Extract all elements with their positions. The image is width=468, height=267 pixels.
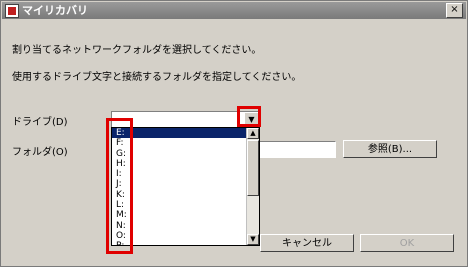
instruction-line-1: 割り当てるネットワークフォルダを選択してください。: [12, 45, 262, 56]
drive-option[interactable]: H:: [112, 159, 259, 169]
drive-options: E:F:G:H:I:J:K:L:M:N:O:P:: [112, 128, 259, 245]
drive-option[interactable]: E:: [112, 128, 259, 139]
drive-option[interactable]: N:: [112, 221, 259, 231]
dropdown-button-highlight: [237, 106, 261, 127]
drive-option[interactable]: I:: [112, 169, 259, 179]
folder-field[interactable]: [258, 141, 336, 158]
scroll-down-button[interactable]: ▼: [247, 234, 259, 245]
drive-option[interactable]: O:: [112, 231, 259, 241]
browse-button[interactable]: 参照(B)...: [343, 140, 437, 158]
drive-option[interactable]: M:: [112, 210, 259, 220]
drive-option[interactable]: P:: [112, 241, 259, 245]
drive-option[interactable]: F:: [112, 138, 259, 148]
ok-button[interactable]: OK: [360, 234, 454, 252]
drive-label: ドライブ(D): [12, 117, 68, 128]
scroll-thumb[interactable]: [247, 140, 259, 196]
title-bar: マイリカバリ ×: [2, 2, 466, 19]
scroll-up-button[interactable]: ▲: [247, 128, 259, 139]
folder-label: フォルダ(O): [12, 147, 68, 158]
dropdown-list-highlight: [106, 118, 133, 254]
instruction-line-2: 使用するドライブ文字と接続するフォルダを指定してください。: [12, 72, 302, 83]
dropdown-scrollbar[interactable]: ▲ ▼: [246, 128, 259, 245]
drive-option[interactable]: L:: [112, 200, 259, 210]
drive-option[interactable]: G:: [112, 149, 259, 159]
drive-option[interactable]: J:: [112, 179, 259, 189]
close-button[interactable]: ×: [446, 3, 463, 18]
window-title: マイリカバリ: [22, 4, 88, 17]
app-icon: [5, 4, 19, 18]
drive-option[interactable]: K:: [112, 190, 259, 200]
cancel-button[interactable]: キャンセル: [260, 234, 354, 252]
drive-dropdown-list: E:F:G:H:I:J:K:L:M:N:O:P: ▲ ▼: [111, 127, 260, 246]
